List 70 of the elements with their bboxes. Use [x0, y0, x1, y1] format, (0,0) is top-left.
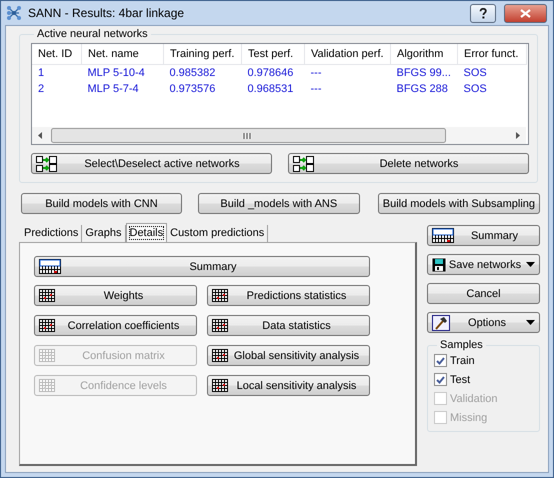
build-button[interactable]: Build models with CNN	[21, 193, 182, 214]
checkbox-label: Train	[450, 354, 475, 366]
checkbox[interactable]	[434, 373, 447, 386]
table-icon	[212, 319, 228, 332]
table-cell-text: MLP 5-7-4	[86, 82, 140, 97]
table-icon	[212, 349, 228, 362]
build-button[interactable]: Build _models with ANS	[198, 193, 360, 214]
hammer-icon	[432, 314, 450, 330]
table-cell: SOS	[458, 64, 526, 81]
caret-icon	[526, 262, 535, 267]
floppy-icon	[432, 258, 446, 272]
details-button[interactable]: Data statistics	[207, 315, 370, 336]
options-button[interactable]: Options	[427, 312, 540, 333]
table-cell-text: ---	[310, 82, 322, 97]
tab[interactable]: Details	[126, 223, 168, 243]
table-icon	[212, 289, 228, 302]
network-button[interactable]: Select\Deselect active networks	[31, 153, 272, 174]
save-networks-button[interactable]: Save networks	[427, 254, 540, 275]
table-cell: ---	[304, 64, 390, 81]
table-cell: 0.985382	[164, 64, 242, 81]
checkbox[interactable]	[434, 354, 447, 367]
help-button[interactable]	[470, 4, 496, 22]
check-icon	[436, 356, 445, 364]
window-title: SANN - Results: 4bar linkage	[28, 6, 184, 20]
details-button[interactable]: Local sensitivity analysis	[207, 375, 370, 396]
details-button[interactable]: Global sensitivity analysis	[207, 345, 370, 366]
table-icon	[39, 379, 55, 392]
details-button[interactable]: Correlation coefficients	[34, 315, 197, 336]
table-icon	[39, 349, 55, 362]
group-label: Samples	[439, 339, 484, 351]
table-cell-text: 0.973576	[168, 82, 216, 97]
group-label: Active neural networks	[36, 28, 149, 40]
checkbox-label: Missing	[450, 412, 488, 424]
table-cell: 0.978646	[242, 64, 304, 81]
close-button[interactable]	[504, 4, 547, 22]
network-icon	[36, 156, 57, 172]
summary-button[interactable]: Summary	[427, 225, 540, 246]
column-header[interactable]: Validation perf.	[304, 44, 390, 64]
column-header[interactable]: Algorithm	[390, 44, 458, 64]
check-icon	[436, 376, 445, 384]
table-cell: BFGS 99...	[390, 64, 458, 81]
network-icon	[293, 156, 314, 172]
table-cell-text: 2	[37, 82, 46, 97]
table-cell: 1	[32, 64, 82, 81]
column-header[interactable]: Test perf.	[242, 44, 304, 64]
table-icon	[39, 319, 55, 332]
caret-icon	[526, 320, 535, 325]
column-header[interactable]: Training perf.	[164, 44, 242, 64]
table-cell-text: BFGS 288	[396, 82, 449, 97]
details-button[interactable]: Weights	[34, 285, 197, 306]
table-cell: MLP 5-10-4	[82, 64, 164, 81]
cancel-button[interactable]: Cancel	[427, 283, 540, 304]
checkbox-label: Test	[450, 374, 470, 386]
checkbox-label: Validation	[450, 392, 498, 404]
help-icon	[479, 8, 487, 18]
column-header[interactable]: Net. name	[82, 44, 164, 64]
app-icon	[6, 5, 22, 21]
summary-button[interactable]: Summary	[34, 256, 370, 277]
table-icon	[212, 379, 228, 392]
table-icon	[432, 228, 454, 243]
build-button[interactable]: Build models with Subsampling	[378, 193, 540, 214]
table-icon	[39, 259, 61, 274]
column-header[interactable]: Error funct.	[458, 44, 526, 64]
details-button[interactable]: Predictions statistics	[207, 285, 370, 306]
column-header[interactable]: Net. ID	[32, 44, 82, 64]
table-cell-text: SOS	[462, 82, 488, 97]
table-icon	[39, 289, 55, 302]
close-icon	[520, 8, 531, 18]
table-cell-text: 0.968531	[246, 82, 294, 97]
network-button[interactable]: Delete networks	[288, 153, 529, 174]
